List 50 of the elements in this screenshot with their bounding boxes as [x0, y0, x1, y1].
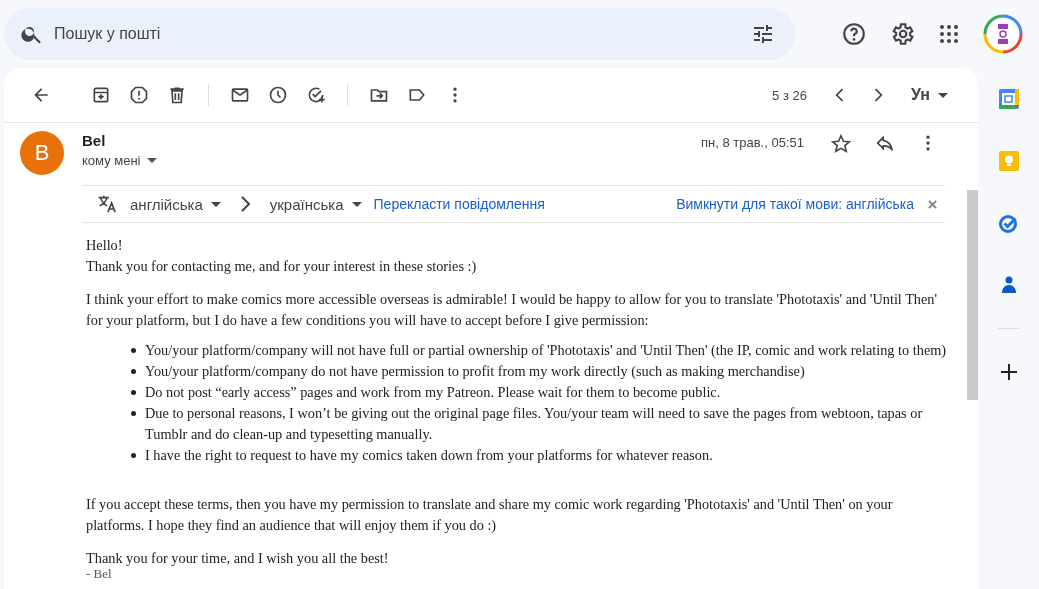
scrollbar-thumb[interactable]: [967, 190, 978, 400]
account-avatar[interactable]: [983, 14, 1023, 54]
list-item-text: Due to personal reasons, I won’t be giving out the original page files. You/your team will need to save the pages from webtoon, tapas or Tumblr and do clean-up and typesetting manually.: [145, 404, 924, 444]
body-text: Thank you for your time, and I wish you all the best!: [86, 550, 389, 566]
calendar-icon[interactable]: [997, 88, 1020, 110]
caret-icon: [210, 201, 221, 207]
body-text: Hello!: [86, 237, 123, 253]
message-date: пн, 8 трав., 05:51: [701, 135, 804, 150]
list-item-text: You/your platform/company do not have permission to profit from my work directly (such as making merchandise): [145, 362, 805, 381]
star-icon[interactable]: [830, 133, 852, 155]
pagination-count: 5 з 26: [772, 87, 807, 103]
caret-icon: [351, 201, 362, 207]
caret-icon: [146, 158, 157, 163]
list-item-text: I have the right to request to have my comics taken down from your platforms for whatever reason.: [145, 446, 713, 465]
target-language-dropdown[interactable]: українська: [269, 195, 362, 213]
body-paragraph: I think your effort to make comics more accessible overseas is admirable! I would be happy to allow for you to translate 'Phototaxis' and 'Until Then' for your platform, but I do have a few conditions you will have to accept before I give permission:: [86, 290, 939, 330]
body-text: Thank you for contacting me, and for your interest in these stories :): [86, 258, 477, 274]
chevron-right-icon: [240, 196, 250, 212]
list-item-text: Do not post “early access” pages and work from my Patreon. Please wait for them to become public.: [145, 383, 721, 402]
sender-name: Bel: [82, 132, 107, 149]
search-field[interactable]: Пошук у пошті: [4, 8, 795, 60]
sender-avatar: B: [20, 131, 64, 175]
settings-icon[interactable]: [889, 21, 915, 47]
translate-icon: [96, 193, 118, 215]
list-item-text: You/your platform/company will not have full or partial ownership of 'Phototaxis' and 'Until Then' (the IP, comic and work relating to them): [145, 341, 947, 360]
search-input[interactable]: Пошук у пошті: [52, 24, 743, 44]
close-icon[interactable]: [928, 199, 937, 209]
help-icon[interactable]: [841, 21, 867, 47]
trash-icon[interactable]: [167, 85, 187, 105]
check-target-icon[interactable]: [997, 212, 1020, 234]
body-paragraph: If you accept these terms, then you have my permission to translate and share my comic work regarding 'Phototaxis' and 'Until Then' on your platforms. I hope they find an audience that will enjoy them if you do :): [86, 495, 894, 535]
archive-icon[interactable]: [91, 85, 111, 105]
bullet-dot: [131, 348, 136, 353]
report-spam-icon[interactable]: [129, 85, 149, 105]
signature: - Bel: [86, 566, 112, 581]
envelope-icon[interactable]: [230, 85, 250, 105]
source-language-dropdown[interactable]: англійська: [130, 195, 221, 213]
filter-sliders-icon[interactable]: [751, 22, 775, 46]
bullet-dot: [131, 411, 136, 416]
clock-icon[interactable]: [268, 85, 288, 105]
bullet-dot: [131, 369, 136, 374]
caret-icon: [938, 92, 948, 98]
bullet-dot: [131, 453, 136, 458]
apps-grid-icon[interactable]: [937, 22, 961, 46]
disable-language-link[interactable]: Вимкнути для такої мови: англійська: [676, 196, 914, 212]
recipient-dropdown[interactable]: кому мені: [82, 153, 157, 168]
bullet-dot: [131, 390, 136, 395]
input-tools-button[interactable]: Ун: [911, 86, 948, 104]
translate-message-link[interactable]: Перекласти повідомлення: [373, 196, 545, 212]
add-task-icon[interactable]: [306, 85, 326, 105]
